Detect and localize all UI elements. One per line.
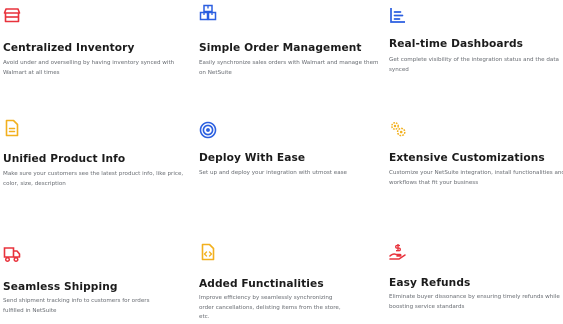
packages-icon — [199, 4, 217, 22]
feature-description: Easily synchronize sales orders with Wal… — [199, 60, 379, 76]
feature-title: Extensive Customizations — [389, 152, 545, 164]
feature-description: Avoid under and overselling by having in… — [3, 60, 175, 76]
feature-title: Real-time Dashboards — [389, 38, 524, 50]
feature-title: Unified Product Info — [3, 153, 126, 165]
feature-card-easy-refunds: Easy Refunds Eliminate buyer dissonance … — [389, 243, 563, 310]
feature-description: Customize your NetSuite integration, ins… — [389, 170, 563, 186]
feature-description: Make sure your customers see the latest … — [3, 171, 184, 187]
refund-hand-icon — [389, 243, 407, 261]
feature-description: Improve efficiency by seamlessly synchro… — [199, 295, 341, 321]
features-grid: Centralized Inventory Avoid under and ov… — [0, 0, 563, 324]
shipping-truck-icon — [3, 245, 21, 263]
feature-title: Deploy With Ease — [199, 152, 306, 164]
feature-card-deploy-with-ease: Deploy With Ease Set up and deploy your … — [199, 121, 381, 176]
feature-card-real-time-dashboards: Real-time Dashboards Get complete visibi… — [389, 6, 563, 73]
feature-description: Set up and deploy your integration with … — [199, 170, 347, 176]
code-file-icon — [199, 243, 217, 261]
gears-icon — [389, 120, 407, 138]
dashboard-chart-icon — [389, 6, 407, 24]
feature-description: Eliminate buyer dissonance by ensuring t… — [389, 294, 560, 310]
feature-card-extensive-customizations: Extensive Customizations Customize your … — [389, 120, 563, 186]
feature-card-simple-order-management: Simple Order Management Easily synchroni… — [199, 4, 381, 76]
feature-title: Seamless Shipping — [3, 281, 118, 293]
feature-title: Easy Refunds — [389, 277, 471, 289]
feature-card-added-functionalities: Added Functinalities Improve efficiency … — [199, 243, 381, 320]
feature-title: Added Functinalities — [199, 278, 324, 290]
document-icon — [3, 119, 21, 137]
feature-title: Centralized Inventory — [3, 42, 135, 54]
feature-description: Get complete visibility of the integrati… — [389, 57, 559, 73]
feature-card-centralized-inventory: Centralized Inventory Avoid under and ov… — [3, 6, 185, 76]
feature-title: Simple Order Management — [199, 42, 362, 54]
feature-card-unified-product-info: Unified Product Info Make sure your cust… — [3, 119, 185, 187]
feature-description: Send shipment tracking info to customers… — [3, 298, 150, 314]
storefront-icon — [3, 6, 21, 24]
feature-card-seamless-shipping: Seamless Shipping Send shipment tracking… — [3, 245, 185, 314]
target-icon — [199, 121, 217, 139]
